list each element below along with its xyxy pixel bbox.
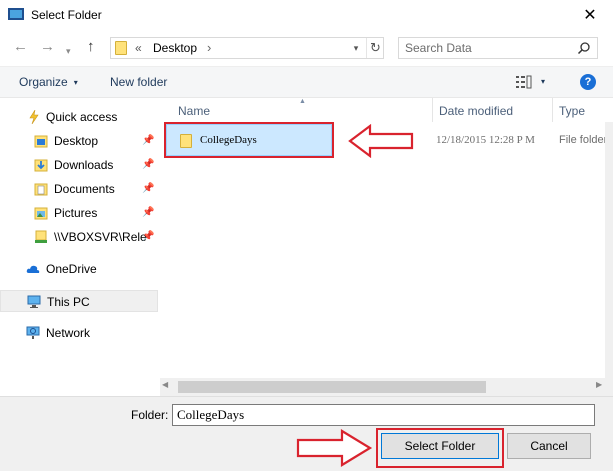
column-header-date-modified[interactable]: Date modified <box>439 104 513 118</box>
sidebar-item-label: Downloads <box>54 158 114 172</box>
sidebar-item-quick-access[interactable]: Quick access <box>0 106 158 128</box>
file-date-modified: 12/18/2015 12:28 P M <box>436 134 535 146</box>
navigation-bar: ← → ▾ ↑ « Desktop › ▾ ↻ <box>0 34 613 62</box>
pin-icon[interactable]: 📌 <box>142 159 154 170</box>
sidebar-item-network-share[interactable]: \\VBOXSVR\Rele 📌 <box>0 226 158 248</box>
folder-icon <box>180 134 192 148</box>
table-row[interactable]: CollegeDays 12/18/2015 12:28 P M File fo… <box>162 122 612 158</box>
sidebar-item-desktop[interactable]: Desktop 📌 <box>0 130 158 152</box>
desktop-folder-icon <box>34 135 48 148</box>
folder-name-input[interactable] <box>172 404 595 426</box>
help-icon[interactable]: ? <box>580 74 596 90</box>
computer-monitor-icon <box>27 295 41 308</box>
file-list: CollegeDays 12/18/2015 12:28 P M File fo… <box>160 122 613 378</box>
annotation-arrow-right-icon <box>296 429 373 467</box>
sidebar-item-onedrive[interactable]: OneDrive <box>0 258 158 280</box>
sidebar-item-network[interactable]: Network <box>0 322 158 344</box>
address-overflow-icon[interactable]: « <box>135 41 142 55</box>
recent-locations-chevron-icon[interactable]: ▾ <box>66 42 71 60</box>
network-drive-icon <box>35 230 47 243</box>
network-icon <box>26 326 40 339</box>
search-input[interactable] <box>399 38 569 58</box>
column-header-type[interactable]: Type <box>559 104 585 118</box>
downloads-arrow-icon <box>34 159 48 172</box>
search-box[interactable] <box>398 37 598 59</box>
organize-button[interactable]: Organize ▾ <box>19 75 78 89</box>
vertical-scrollbar[interactable] <box>605 122 613 378</box>
folder-field-label: Folder: <box>131 408 169 422</box>
column-divider[interactable] <box>552 98 553 122</box>
annotation-arrow-left-icon <box>348 124 414 158</box>
dialog-footer: Folder: Select Folder Cancel <box>0 396 613 471</box>
search-icon[interactable] <box>577 41 591 55</box>
sidebar-item-label: Desktop <box>54 134 99 148</box>
address-path-desktop[interactable]: Desktop <box>153 41 197 55</box>
sort-ascending-icon: ▲ <box>299 98 306 105</box>
sidebar-item-label: Documents <box>54 182 115 196</box>
horizontal-scrollbar[interactable]: ◀ ▶ <box>160 378 613 396</box>
navigation-pane: Quick access Desktop 📌 Downloads 📌 Docum… <box>0 98 160 398</box>
pin-icon[interactable]: 📌 <box>142 231 154 242</box>
cloud-icon <box>26 265 40 273</box>
sidebar-item-label: Network <box>46 326 91 340</box>
select-folder-button[interactable]: Select Folder <box>381 433 499 459</box>
pictures-icon <box>34 207 48 220</box>
refresh-icon[interactable]: ↻ <box>366 38 384 58</box>
lightning-star-icon <box>29 110 39 124</box>
sidebar-item-label: Pictures <box>54 206 98 220</box>
sidebar-item-label: Quick access <box>46 110 118 124</box>
sidebar-item-label: This PC <box>47 295 90 309</box>
command-toolbar: Organize ▾ New folder ▾ ? <box>0 66 613 98</box>
sidebar-item-pictures[interactable]: Pictures 📌 <box>0 202 158 224</box>
back-arrow-icon[interactable]: ← <box>13 38 28 56</box>
column-header-name[interactable]: Name <box>178 104 210 118</box>
view-options-icon[interactable] <box>515 75 533 89</box>
close-button[interactable]: ✕ <box>567 0 613 30</box>
new-folder-button[interactable]: New folder <box>110 75 167 89</box>
pin-icon[interactable]: 📌 <box>142 183 154 194</box>
address-separator-chevron-icon[interactable]: › <box>207 40 211 55</box>
title-bar: Select Folder ✕ <box>0 0 613 30</box>
documents-icon <box>34 183 48 196</box>
address-bar[interactable]: « Desktop › ▾ ↻ <box>110 37 384 59</box>
file-name[interactable]: CollegeDays <box>200 134 257 146</box>
sidebar-item-label: \\VBOXSVR\Rele <box>54 230 147 244</box>
up-arrow-icon[interactable]: ↑ <box>87 38 95 56</box>
scroll-left-icon[interactable]: ◀ <box>162 380 168 389</box>
address-dropdown-chevron-icon[interactable]: ▾ <box>347 38 365 58</box>
file-type: File folder <box>559 134 608 146</box>
window-app-icon <box>8 8 24 20</box>
organize-label: Organize <box>19 75 68 89</box>
pin-icon[interactable]: 📌 <box>142 135 154 146</box>
view-options-chevron-icon[interactable]: ▾ <box>541 77 545 86</box>
forward-arrow-icon[interactable]: → <box>40 38 55 56</box>
chevron-down-icon: ▾ <box>73 78 78 87</box>
scrollbar-thumb[interactable] <box>178 381 486 393</box>
folder-icon <box>115 41 127 55</box>
sidebar-item-this-pc[interactable]: This PC <box>0 290 158 312</box>
scroll-right-icon[interactable]: ▶ <box>596 380 602 389</box>
window-title: Select Folder <box>31 8 102 22</box>
sidebar-item-label: OneDrive <box>46 262 97 276</box>
sidebar-item-documents[interactable]: Documents 📌 <box>0 178 158 200</box>
pin-icon[interactable]: 📌 <box>142 207 154 218</box>
sidebar-item-downloads[interactable]: Downloads 📌 <box>0 154 158 176</box>
column-divider[interactable] <box>432 98 433 122</box>
cancel-button[interactable]: Cancel <box>507 433 591 459</box>
column-headers: ▲ Name Date modified Type <box>160 98 613 122</box>
